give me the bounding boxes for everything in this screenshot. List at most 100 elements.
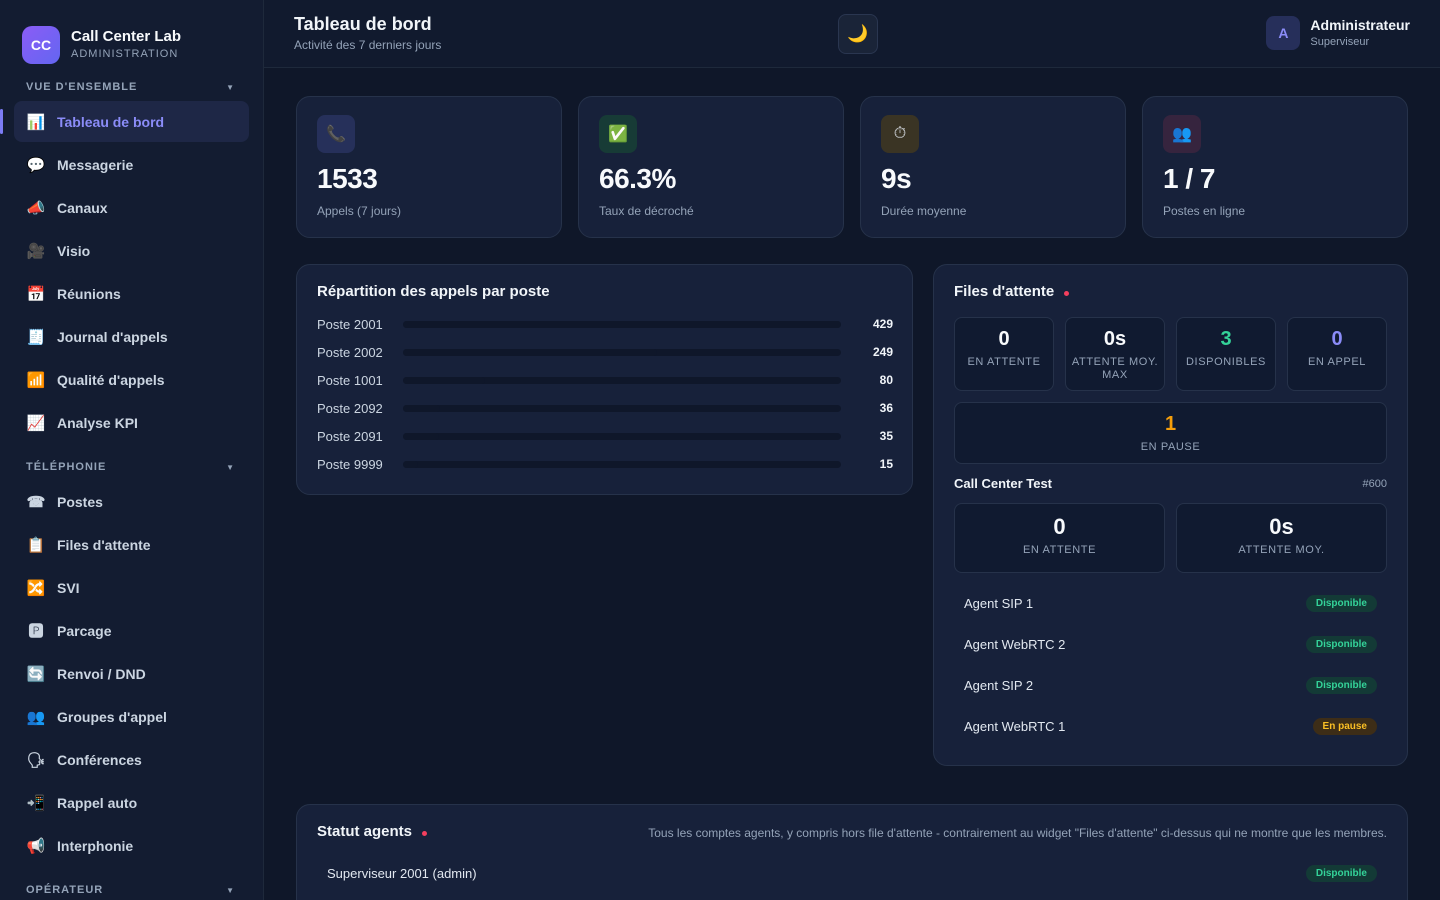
sidebar: CC Call Center Lab ADMINISTRATION VUE D'… [0,0,264,900]
metric-label: EN APPEL [1308,356,1366,368]
mobile-callback-icon: 📲 [26,794,46,812]
sidebar-item-label: Messagerie [57,156,134,173]
sidebar-item[interactable]: 📲 Rappel auto [14,782,249,823]
brand[interactable]: CC Call Center Lab ADMINISTRATION [0,0,263,68]
sidebar-item[interactable]: 📶 Qualité d'appels [14,359,249,400]
section-header[interactable]: TÉLÉPHONIE ▼ [0,456,263,478]
parking-icon: 🅿 [28,623,44,640]
avatar: A [1266,16,1301,50]
queue-agent-row[interactable]: Agent WebRTC 1 En pause [964,715,1377,737]
queue-id: #600 [1362,478,1387,490]
metric-label: EN ATTENTE [1022,544,1097,556]
distribution-title: Répartition des appels par poste [317,283,550,300]
status-badge: Disponible [1305,594,1377,612]
sidebar-item[interactable]: 🗣 Conférences [14,739,249,780]
video-camera-icon: 🎥 [26,242,46,260]
queue-metric: 3 DISPONIBLES [1176,317,1276,391]
sidebar-item-label: Files d'attente [57,536,151,553]
user-menu[interactable]: A Administrateur Superviseur [1266,16,1410,50]
metric-value: 0 [998,328,1010,350]
user-name: Administrateur [1310,17,1410,33]
metric-label: DISPONIBLES [1186,356,1266,368]
sidebar-item-label: Interphonie [57,837,134,854]
sidebar-item[interactable]: 🔄 Renvoi / DND [14,653,249,694]
sidebar-item[interactable]: 📋 Files d'attente [14,524,249,565]
page-subtitle: Activité des 7 derniers jours [294,38,442,52]
stat-card: ✅ 66.3% Taux de décroché [578,96,844,238]
sidebar-item[interactable]: 🅿 Parcage [14,610,249,651]
stat-value: 9s [881,163,912,194]
bar-track [403,348,841,356]
users-icon: 👥 [1163,115,1201,153]
sidebar-item[interactable]: 👥 Groupes d'appel [14,696,249,737]
bar-chart-icon: 📊 [26,113,46,131]
bar-fill [403,432,439,440]
calendar-icon: 📅 [26,285,46,303]
brand-logo: CC [22,25,60,64]
bar-label: Poste 9999 [317,456,383,472]
live-dot [422,830,428,836]
sidebar-item[interactable]: 📅 Réunions [14,273,249,314]
sidebar-item[interactable]: ☎ Postes [14,481,249,522]
queue-metric: 0 EN ATTENTE [954,317,1054,391]
bar-track [403,376,841,384]
agent-name: Agent SIP 1 [964,595,1034,611]
loudspeaker-icon: 📢 [26,837,46,855]
bar-row: Poste 9999 15 [317,454,893,474]
shuffle-icon: 🔀 [26,579,46,597]
agent-status-note: Tous les comptes agents, y compris hors … [648,826,1387,840]
bar-row: Poste 2001 429 [317,314,893,334]
metric-value: 0s [1103,328,1127,350]
group-icon: 👥 [26,708,46,726]
top-header: Tableau de bord Activité des 7 derniers … [264,0,1440,68]
bar-label: Poste 2092 [317,400,383,416]
queue-detail-metric: 0s ATTENTE MOY. [1176,503,1387,573]
bar-fill [403,460,419,468]
sidebar-item[interactable]: 📢 Interphonie [14,825,249,866]
bar-row: Poste 2092 36 [317,398,893,418]
stat-card: 📞 1533 Appels (7 jours) [296,96,562,238]
agent-status-title: Statut agents [317,823,428,840]
sidebar-item[interactable]: 🎥 Visio [14,230,249,271]
queue-agent-row[interactable]: Agent SIP 2 Disponible [964,674,1377,696]
agent-status-row[interactable]: Superviseur 2001 (admin) Disponible [327,862,1377,884]
paused-value: 1 [1164,413,1177,435]
sidebar-item[interactable]: 📊 Tableau de bord [0,101,249,142]
paused-label: EN PAUSE [1140,441,1201,453]
queues-card: Files d'attente 0 EN ATTENTE 0s ATTENTE MOY… [933,264,1408,766]
queue-metric: 0s ATTENTE MOY. MAX [1065,317,1165,391]
bar-value: 35 [879,429,893,443]
metric-value: 0 [1331,328,1343,350]
sidebar-item[interactable]: 📈 Analyse KPI [14,402,249,443]
section-header[interactable]: OPÉRATEUR ▼ [0,879,263,900]
sidebar-item[interactable]: 🧾 Journal d'appels [14,316,249,357]
theme-toggle-button[interactable]: 🌙 [838,14,878,54]
status-badge: Disponible [1305,864,1377,882]
chevron-down-icon: ▼ [226,462,235,472]
queue-agent-row[interactable]: Agent SIP 1 Disponible [964,592,1377,614]
sidebar-item-label: Parcage [57,622,112,639]
section-header[interactable]: VUE D'ENSEMBLE ▼ [0,76,263,98]
bar-row: Poste 2002 249 [317,342,893,362]
section-label: TÉLÉPHONIE [26,461,107,473]
sidebar-item-label: Réunions [57,285,121,302]
bar-label: Poste 2091 [317,428,383,444]
sidebar-item-label: Canaux [57,199,108,216]
sidebar-item[interactable]: 💬 Messagerie [14,144,249,185]
telephone-icon: ☎ [26,493,46,511]
trend-chart-icon: 📈 [26,414,46,432]
metric-label: EN ATTENTE [967,356,1041,368]
queue-agent-row[interactable]: Agent WebRTC 2 Disponible [964,633,1377,655]
check-icon: ✅ [599,115,637,153]
sidebar-item-label: Groupes d'appel [57,708,167,725]
bar-fill [403,404,440,412]
bar-track [403,460,841,468]
sidebar-item[interactable]: 📣 Canaux [14,187,249,228]
sidebar-item[interactable]: 🔀 SVI [14,567,249,608]
queue-detail-metric: 0 EN ATTENTE [954,503,1165,573]
stat-value: 1533 [317,163,378,194]
stopwatch-icon: ⏱ [881,115,919,153]
metric-value: 3 [1220,328,1232,350]
speech-bubble-icon: 💬 [26,156,46,174]
bar-track [403,320,841,328]
